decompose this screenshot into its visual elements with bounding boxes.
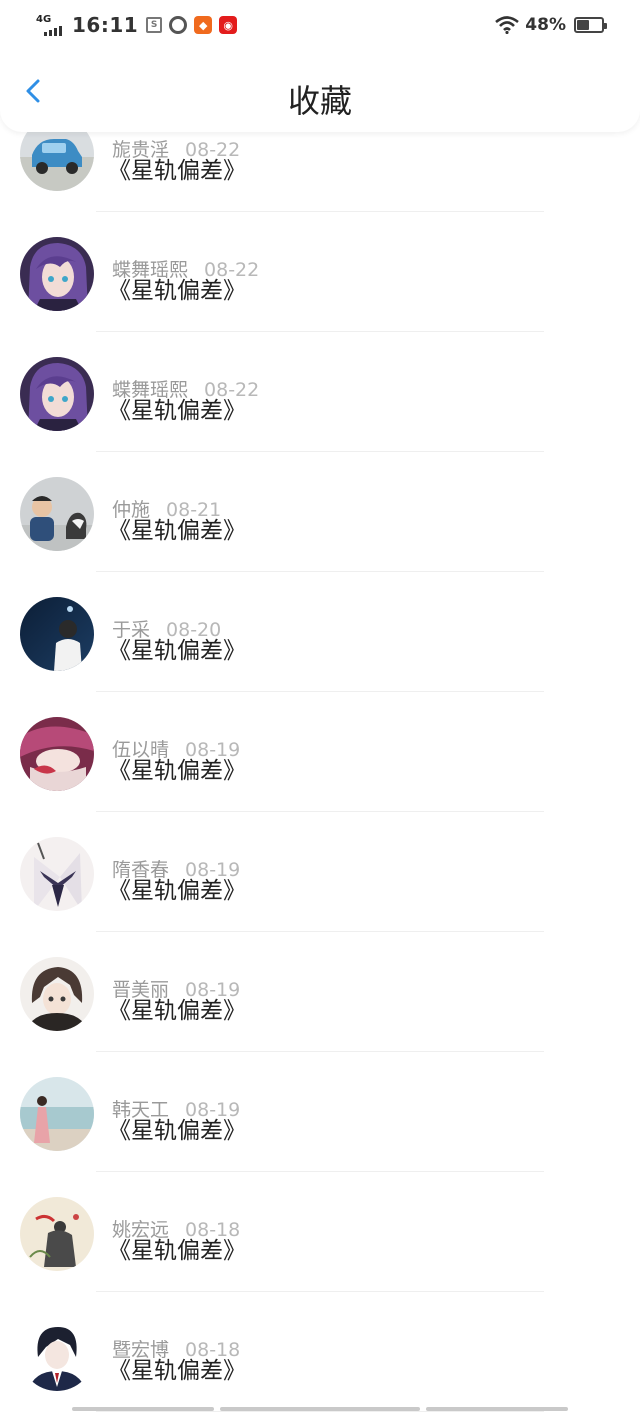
book-title[interactable]: 《星轨偏差》 [108, 1111, 246, 1145]
status-bar: 4G 16:11 S ◆ ◉ 48% [0, 0, 640, 50]
book-title[interactable]: 《星轨偏差》 [108, 511, 246, 545]
favorite-item[interactable]: 暨宏博 08-18 《星轨偏差》 [0, 1292, 640, 1412]
favorite-item[interactable]: 姚宏远 08-18 《星轨偏差》 [0, 1172, 640, 1292]
book-title[interactable]: 《星轨偏差》 [108, 391, 246, 425]
network-type: 4G [36, 14, 52, 25]
book-title[interactable]: 《星轨偏差》 [108, 271, 246, 305]
avatar[interactable] [20, 957, 94, 1031]
book-title[interactable]: 《星轨偏差》 [108, 1351, 246, 1385]
avatar[interactable] [20, 237, 94, 311]
orange-app-icon: ◆ [194, 16, 213, 34]
avatar[interactable] [20, 717, 94, 791]
avatar[interactable] [20, 1077, 94, 1151]
book-title[interactable]: 《星轨偏差》 [108, 1231, 246, 1265]
book-title[interactable]: 《星轨偏差》 [108, 871, 246, 905]
book-title[interactable]: 《星轨偏差》 [108, 751, 246, 785]
clock: 16:11 [72, 13, 139, 37]
wifi-icon [495, 16, 520, 34]
avatar[interactable] [20, 597, 94, 671]
book-title[interactable]: 《星轨偏差》 [108, 631, 246, 665]
favorite-item[interactable]: 伍以晴 08-19 《星轨偏差》 [0, 692, 640, 812]
navigation-gesture-bar [0, 1402, 640, 1422]
favorite-item[interactable]: 韩天工 08-19 《星轨偏差》 [0, 1052, 640, 1172]
screenshot-icon: S [146, 17, 163, 33]
quark-icon [169, 16, 188, 34]
favorite-item[interactable]: 蝶舞瑶熙 08-22 《星轨偏差》 [0, 212, 640, 332]
favorite-item[interactable]: 仲施 08-21 《星轨偏差》 [0, 452, 640, 572]
battery-percent: 48% [525, 15, 566, 35]
avatar[interactable] [20, 477, 94, 551]
favorite-item[interactable]: 蝶舞瑶熙 08-22 《星轨偏差》 [0, 332, 640, 452]
favorite-item[interactable]: 晋美丽 08-19 《星轨偏差》 [0, 932, 640, 1052]
avatar[interactable] [20, 1197, 94, 1271]
avatar[interactable] [20, 357, 94, 431]
book-title[interactable]: 《星轨偏差》 [108, 151, 246, 185]
red-app-icon: ◉ [219, 16, 238, 34]
favorite-item[interactable]: 隋香春 08-19 《星轨偏差》 [0, 812, 640, 932]
signal-icon: 4G [36, 12, 66, 38]
avatar[interactable] [20, 837, 94, 911]
favorite-item[interactable]: 于采 08-20 《星轨偏差》 [0, 572, 640, 692]
page-title: 收藏 [287, 82, 352, 120]
favorites-list: 旎贵淫 08-22 《星轨偏差》 蝶舞瑶熙 08-22 《星轨偏差》 蝶舞瑶熙 08-22 《星… [0, 92, 640, 1412]
app-header: 收藏 [0, 50, 640, 132]
book-title[interactable]: 《星轨偏差》 [108, 991, 246, 1025]
battery-icon [574, 17, 607, 33]
avatar[interactable] [20, 1317, 94, 1391]
